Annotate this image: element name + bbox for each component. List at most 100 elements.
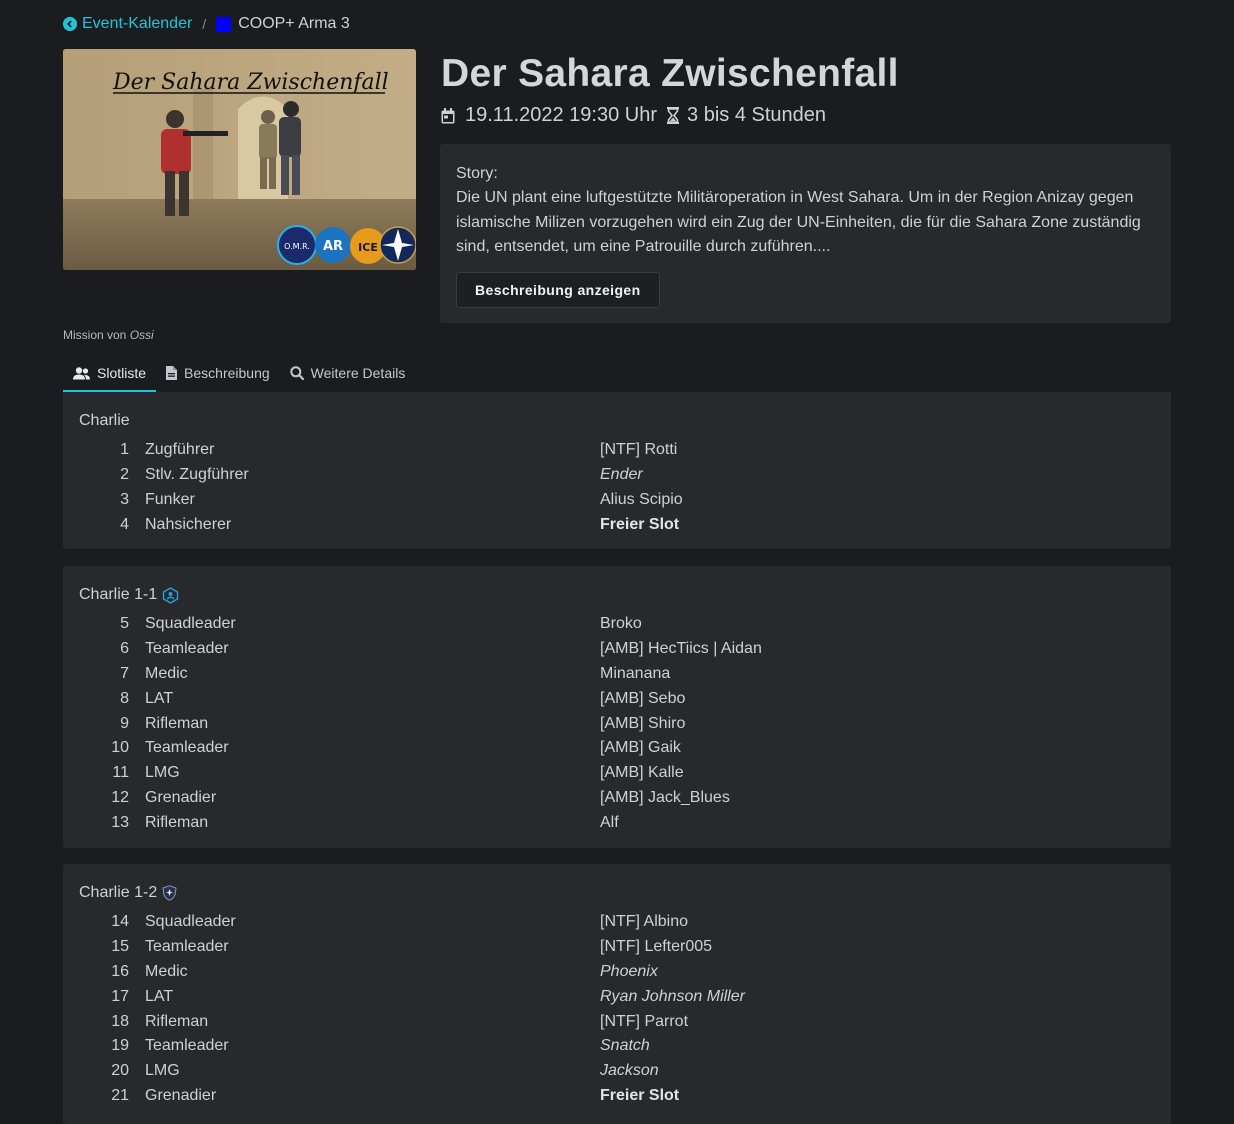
slot-role: Stlv. Zugführer: [145, 466, 249, 483]
slot-number: 6: [120, 640, 129, 657]
table-row[interactable]: 1 Zugführer [NTF] Rotti: [63, 438, 1171, 462]
slot-player: [AMB] Jack_Blues: [600, 789, 730, 806]
table-row[interactable]: 10 Teamleader [AMB] Gaik: [63, 736, 1171, 760]
breadcrumb-back-label: Event-Kalender: [82, 15, 193, 32]
slot-number: 15: [111, 938, 129, 955]
table-row[interactable]: 11 LMG [AMB] Kalle: [63, 761, 1171, 785]
users-icon: [73, 366, 90, 379]
slot-number: 5: [120, 615, 129, 632]
file-icon: [166, 366, 178, 380]
slot-role: Funker: [145, 491, 195, 508]
squad-charlie-1-2: Charlie 1-2 14 Squadleader [NTF] Albino 15…: [63, 864, 1171, 1124]
table-row[interactable]: 4 Nahsicherer Freier Slot: [63, 513, 1171, 537]
event-title: Der Sahara Zwischenfall: [441, 52, 899, 95]
table-row[interactable]: 6 Teamleader [AMB] HecTiics | Aidan: [63, 637, 1171, 661]
story-box: Story: Die UN plant eine luftgestützte M…: [440, 144, 1171, 323]
squad-title: Charlie 1-1: [79, 586, 179, 604]
show-description-button[interactable]: Beschreibung anzeigen: [456, 271, 660, 308]
slot-role: LAT: [145, 690, 174, 707]
breadcrumb-current: COOP+ Arma 3: [238, 15, 350, 32]
slot-role: Zugführer: [145, 441, 215, 458]
squad-name: Charlie 1-1: [79, 586, 158, 603]
table-row[interactable]: 16 Medic Phoenix: [63, 960, 1171, 984]
slot-role: Teamleader: [145, 640, 229, 657]
ambulance-unit-icon: [163, 586, 179, 604]
table-row[interactable]: 14 Squadleader [NTF] Albino: [63, 910, 1171, 934]
slot-number: 13: [111, 814, 129, 831]
ntf-shield-icon: [162, 885, 177, 901]
slot-player: Broko: [600, 615, 642, 632]
slot-player: Ryan Johnson Miller: [600, 988, 745, 1005]
slot-player: [NTF] Rotti: [600, 441, 678, 458]
story-heading: Story:: [456, 165, 498, 182]
table-row[interactable]: 7 Medic Minanana: [63, 662, 1171, 686]
table-row[interactable]: 21 Grenadier Freier Slot: [63, 1084, 1171, 1108]
table-row[interactable]: 13 Rifleman Alf: [63, 811, 1171, 835]
slot-number: 17: [111, 988, 129, 1005]
tab-slotliste[interactable]: Slotliste: [63, 356, 157, 392]
slot-number: 19: [111, 1037, 129, 1054]
mission-author-name: Ossi: [129, 328, 154, 342]
table-row[interactable]: 17 LAT Ryan Johnson Miller: [63, 985, 1171, 1009]
mission-author: Mission von Ossi: [63, 328, 154, 342]
slot-player: Ender: [600, 466, 643, 483]
slot-role: Teamleader: [145, 739, 229, 756]
tab-bar: Slotliste Beschreibung Weitere Details: [63, 356, 1171, 393]
table-row[interactable]: 3 Funker Alius Scipio: [63, 488, 1171, 512]
slot-role: LMG: [145, 1062, 180, 1079]
squad-title: Charlie: [79, 412, 130, 430]
table-row[interactable]: 5 Squadleader Broko: [63, 612, 1171, 636]
table-row[interactable]: 12 Grenadier [AMB] Jack_Blues: [63, 786, 1171, 810]
slot-role: Grenadier: [145, 789, 217, 806]
event-meta: 19.11.2022 19:30 Uhr 3 bis 4 Stunden: [441, 104, 826, 127]
slot-player: Alius Scipio: [600, 491, 683, 508]
tab-weitere-details[interactable]: Weitere Details: [280, 356, 416, 390]
slot-player: Snatch: [600, 1037, 650, 1054]
slot-number: 14: [111, 913, 129, 930]
slot-number: 3: [120, 491, 129, 508]
slot-number: 20: [111, 1062, 129, 1079]
svg-text:O.M.R.: O.M.R.: [284, 242, 310, 251]
tab-slotliste-label: Slotliste: [97, 365, 147, 381]
table-row[interactable]: 20 LMG Jackson: [63, 1059, 1171, 1083]
slot-player: [NTF] Lefter005: [600, 938, 713, 955]
table-row[interactable]: 8 LAT [AMB] Sebo: [63, 687, 1171, 711]
event-datetime: 19.11.2022 19:30 Uhr: [465, 104, 658, 126]
slot-player: [NTF] Parrot: [600, 1013, 689, 1030]
slot-role: LMG: [145, 764, 180, 781]
slot-number: 21: [111, 1087, 129, 1104]
table-row[interactable]: 2 Stlv. Zugführer Ender: [63, 463, 1171, 487]
tab-beschreibung-label: Beschreibung: [184, 365, 270, 381]
slot-role: Medic: [145, 963, 188, 980]
hourglass-icon: [667, 107, 680, 124]
slot-number: 18: [111, 1013, 129, 1030]
table-row[interactable]: 19 Teamleader Snatch: [63, 1034, 1171, 1058]
slot-role: Grenadier: [145, 1087, 217, 1104]
slot-player: [AMB] Sebo: [600, 690, 686, 707]
slot-player: Minanana: [600, 665, 671, 682]
table-row[interactable]: 18 Rifleman [NTF] Parrot: [63, 1010, 1171, 1034]
slot-number: 8: [120, 690, 129, 707]
slot-number: 10: [111, 739, 129, 756]
slot-number: 7: [120, 665, 129, 682]
free-slot-button[interactable]: Freier Slot: [600, 1084, 679, 1108]
event-duration: 3 bis 4 Stunden: [687, 104, 827, 126]
tab-weitere-details-label: Weitere Details: [310, 365, 406, 381]
slot-number: 2: [120, 466, 129, 483]
slot-player: [AMB] Kalle: [600, 764, 684, 781]
slot-role: Rifleman: [145, 715, 209, 732]
slot-player: Jackson: [600, 1062, 659, 1079]
breadcrumb-back-link[interactable]: Event-Kalender: [63, 15, 192, 33]
slot-role: Teamleader: [145, 938, 229, 955]
slot-role: Squadleader: [145, 615, 236, 632]
slot-number: 9: [120, 715, 129, 732]
free-slot-button[interactable]: Freier Slot: [600, 513, 679, 537]
slot-number: 4: [120, 516, 129, 533]
table-row[interactable]: 9 Rifleman [AMB] Shiro: [63, 712, 1171, 736]
squad-title: Charlie 1-2: [79, 884, 177, 902]
tab-beschreibung[interactable]: Beschreibung: [156, 356, 280, 390]
table-row[interactable]: 15 Teamleader [NTF] Lefter005: [63, 935, 1171, 959]
squad-charlie: Charlie 1 Zugführer [NTF] Rotti 2 Stlv. Zug…: [63, 392, 1171, 549]
story-text: Die UN plant eine luftgestützte Militäro…: [456, 189, 1141, 255]
slot-role: Squadleader: [145, 913, 236, 930]
